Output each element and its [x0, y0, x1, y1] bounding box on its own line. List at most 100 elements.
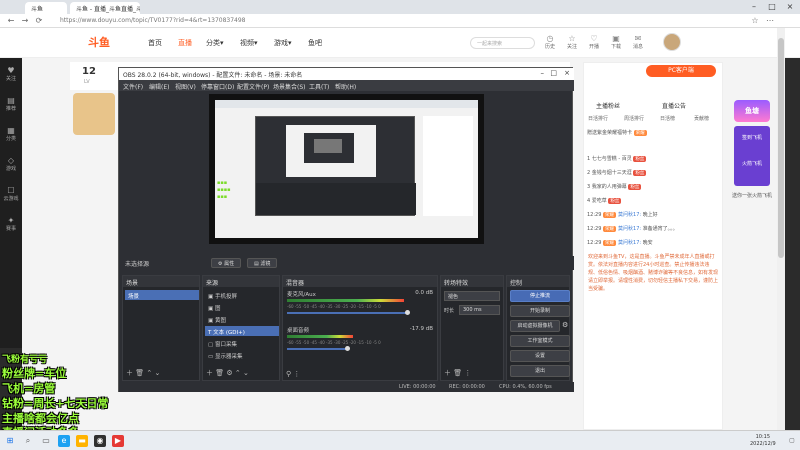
menu-help[interactable]: 帮助(H)	[335, 82, 356, 91]
preview-frame: ▪▪▪ ▪▪▪▪ ▪▪▪	[215, 100, 478, 238]
subtab-daily-board[interactable]: 日活榜	[660, 115, 675, 122]
menu-file[interactable]: 文件(F)	[123, 82, 143, 91]
down-icon[interactable]: ⌄	[243, 369, 249, 377]
scene-item[interactable]: 场景	[125, 290, 199, 300]
exit-button[interactable]: 退出	[510, 365, 570, 377]
follow-icon[interactable]: ☆ 关注	[562, 34, 582, 50]
source-item[interactable]: ▣ 手机投屏	[205, 290, 279, 300]
slider-knob[interactable]	[405, 310, 410, 315]
clock[interactable]: 10:15 2022/12/9	[750, 434, 776, 448]
up-icon[interactable]: ⌃	[235, 369, 241, 377]
search-input[interactable]: 一起来搜索	[470, 37, 535, 49]
transition-select[interactable]: 褪色	[444, 291, 500, 301]
app-icon[interactable]: ▶	[112, 435, 124, 447]
download-icon[interactable]: ▣ 下载	[606, 34, 626, 50]
duration-input[interactable]: 300 ms	[459, 305, 500, 315]
remove-icon[interactable]: 🗑	[215, 369, 224, 377]
minimize-icon[interactable]: –	[541, 69, 545, 77]
forward-icon[interactable]: →	[20, 16, 30, 26]
link-icon[interactable]: ⚲	[286, 370, 291, 378]
menu-tools[interactable]: 工具(T)	[309, 82, 329, 91]
menu-view[interactable]: 视图(V)	[175, 82, 196, 91]
notification-icon[interactable]: ▢	[786, 435, 798, 447]
sidebar-item-game[interactable]: ◇ 游戏	[0, 156, 22, 172]
side-ad[interactable]: 鱼塘 签到飞机 火箭飞机 送你一张火箭飞机	[730, 100, 774, 220]
pc-client-button[interactable]: PC客户端	[646, 65, 716, 77]
gear-icon[interactable]: ⚙	[562, 321, 568, 329]
url-input[interactable]: https://www.douyu.com/topic/TV0177?rid=4…	[60, 17, 246, 24]
nav-yuba[interactable]: 鱼吧	[308, 38, 322, 48]
nav-home[interactable]: 首页	[148, 38, 162, 48]
sidebar-item-esports[interactable]: ✦ 赛事	[0, 216, 22, 232]
broadcast-icon[interactable]: ♡ 开播	[584, 34, 604, 50]
source-item[interactable]: ▣ 图	[205, 302, 279, 312]
obs-preview[interactable]: ▪▪▪ ▪▪▪▪ ▪▪▪	[209, 94, 484, 244]
site-logo[interactable]: 斗鱼	[88, 34, 124, 52]
star-icon[interactable]: ☆	[750, 16, 760, 26]
filters-button[interactable]: ▤ 滤镜	[247, 258, 278, 268]
preview-nested-docks	[256, 183, 416, 215]
menu-icon[interactable]: ⋯	[765, 16, 775, 26]
refresh-icon[interactable]: ⟳	[34, 16, 44, 26]
add-icon[interactable]: ＋	[444, 369, 451, 377]
sidebar-item-follow[interactable]: ♥ 关注	[0, 66, 22, 82]
source-item[interactable]: T 文本 (GDI+)	[205, 326, 279, 336]
settings-button[interactable]: 设置	[510, 350, 570, 362]
subtab-daily[interactable]: 日活排行	[588, 115, 608, 122]
sidebar-item-recommend[interactable]: ▤ 推荐	[0, 96, 22, 112]
rec-time: REC: 00:00:00	[449, 384, 485, 390]
browser-tab[interactable]: 斗鱼	[25, 2, 67, 14]
gear-icon[interactable]: ⚙	[226, 369, 232, 377]
folder-icon[interactable]: ▬	[76, 435, 88, 447]
source-item[interactable]: ▭ 显示器采集	[205, 350, 279, 360]
tab-notice[interactable]: 直播公告	[662, 101, 686, 110]
minimize-icon[interactable]: –	[745, 1, 763, 13]
page-scrollbar[interactable]	[777, 28, 785, 436]
menu-edit[interactable]: 编辑(E)	[149, 82, 169, 91]
slider-knob[interactable]	[345, 346, 350, 351]
search-icon[interactable]: ⌕	[22, 435, 34, 447]
sidebar-item-category[interactable]: ▦ 分类	[0, 126, 22, 142]
app-icon[interactable]: e	[58, 435, 70, 447]
maximize-icon[interactable]: □	[763, 1, 781, 13]
source-item[interactable]: ▣ 黄图	[205, 314, 279, 324]
history-icon[interactable]: ◷ 历史	[540, 34, 560, 50]
obs-app-icon[interactable]: ◉	[94, 435, 106, 447]
back-icon[interactable]: ←	[6, 16, 16, 26]
volume-slider[interactable]	[287, 312, 407, 314]
menu-profile[interactable]: 配置文件(P)	[237, 82, 269, 91]
volume-slider[interactable]	[287, 348, 347, 350]
menu-docks[interactable]: 停靠窗口(D)	[201, 82, 234, 91]
task-view-icon[interactable]: ▭	[40, 435, 52, 447]
source-item[interactable]: ▢ 窗口采集	[205, 338, 279, 348]
studio-mode-button[interactable]: 工作室模式	[510, 335, 570, 347]
anchor-avatar[interactable]	[73, 93, 115, 135]
stop-streaming-button[interactable]: 停止推流	[510, 290, 570, 302]
close-icon[interactable]: ×	[564, 69, 570, 77]
nav-category[interactable]: 分类▾	[206, 38, 224, 48]
ad-item[interactable]: 火箭飞机	[736, 160, 768, 167]
user-avatar[interactable]	[663, 33, 681, 51]
scrollbar-thumb[interactable]	[778, 38, 784, 258]
ad-item[interactable]: 签到飞机	[736, 134, 768, 141]
maximize-icon[interactable]: □	[550, 69, 557, 77]
sidebar-item-cloud-game[interactable]: ☐ 云游戏	[0, 186, 22, 202]
remove-icon[interactable]: 🗑	[453, 369, 462, 377]
nav-game[interactable]: 游戏▾	[274, 38, 292, 48]
close-icon[interactable]: ×	[781, 1, 799, 13]
nav-video[interactable]: 视频▾	[240, 38, 258, 48]
browser-tab-active[interactable]: 斗鱼 - 直播_斗鱼直播_斗鱼直...	[70, 2, 140, 14]
tab-fans[interactable]: 主播粉丝	[596, 101, 620, 110]
properties-button[interactable]: ⚙ 属性	[211, 258, 242, 268]
menu-scene-collection[interactable]: 场景集合(S)	[273, 82, 306, 91]
message-icon[interactable]: ✉ 消息	[628, 34, 648, 50]
virtual-camera-button[interactable]: 启动虚拟摄像机	[510, 320, 560, 332]
add-icon[interactable]: ＋	[206, 369, 213, 377]
nav-live[interactable]: 直播	[178, 38, 192, 48]
menu-icon[interactable]: ⋮	[464, 369, 471, 377]
subtab-weekly[interactable]: 周活排行	[624, 115, 644, 122]
start-recording-button[interactable]: 开始录制	[510, 305, 570, 317]
subtab-contrib[interactable]: 贡献榜	[694, 115, 709, 122]
menu-icon[interactable]: ⋮	[293, 370, 300, 378]
start-icon[interactable]: ⊞	[4, 435, 16, 447]
